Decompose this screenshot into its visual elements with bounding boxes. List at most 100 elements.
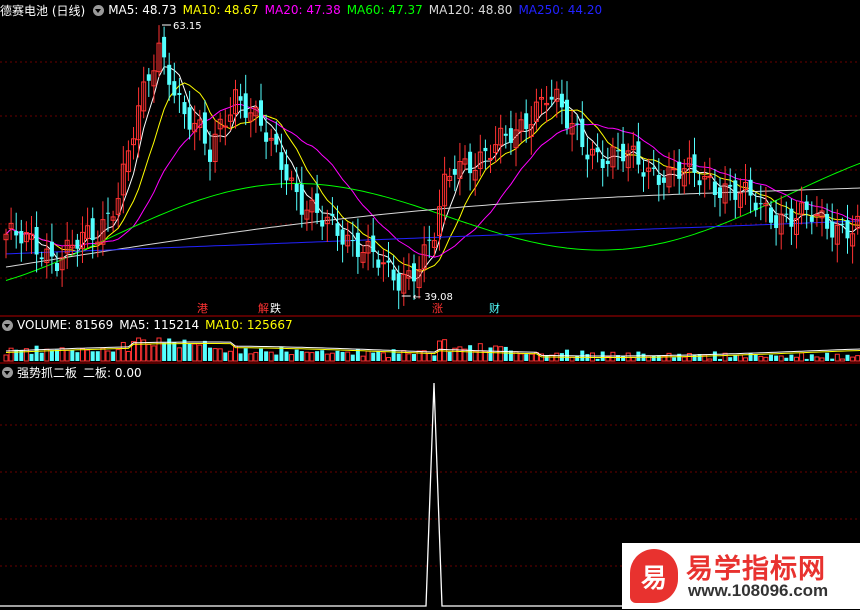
candle-body	[580, 118, 585, 148]
volume-bar	[3, 354, 9, 362]
candle-body	[575, 123, 580, 125]
volume-bar	[432, 355, 437, 361]
volume-bar	[111, 351, 116, 361]
volume-bar	[809, 354, 814, 361]
volume-bar	[799, 352, 805, 362]
candle-body	[264, 132, 269, 142]
volume-bar	[49, 350, 54, 361]
volume-bar	[794, 356, 799, 362]
candle-body	[748, 179, 753, 196]
watermark-url: www.108096.com	[688, 581, 829, 600]
candle-body	[238, 96, 243, 101]
volume-bar	[192, 343, 198, 362]
volume-bar	[692, 354, 697, 361]
volume-bar	[243, 348, 248, 361]
candle-body	[167, 64, 172, 85]
candle-body	[789, 208, 794, 227]
event-label: 港	[197, 302, 208, 315]
volume-bar	[442, 339, 448, 362]
volume-bar	[238, 353, 243, 361]
candle-body	[320, 220, 325, 227]
candle-body	[677, 161, 682, 179]
volume-bar	[284, 351, 289, 361]
candle-body	[825, 213, 830, 229]
volume-bar	[146, 343, 152, 362]
candle-body	[753, 202, 758, 211]
candle-body	[483, 147, 488, 152]
candle-body	[350, 240, 355, 242]
candle-body	[661, 177, 666, 183]
candle-body	[14, 230, 19, 236]
volume-bar	[406, 353, 412, 362]
candle-body	[600, 158, 605, 168]
volume-bar	[304, 351, 310, 362]
volume-bar	[8, 347, 14, 362]
volume-bar	[426, 352, 432, 362]
volume-bar	[447, 351, 452, 361]
candle-body	[549, 96, 554, 100]
candle-body	[636, 141, 641, 165]
volume-bar	[386, 357, 391, 362]
volume-bar	[830, 358, 835, 361]
candle-body	[177, 93, 182, 95]
volume-bar	[156, 337, 162, 362]
volume-bar	[784, 357, 789, 361]
candle-body	[222, 125, 228, 128]
volume-bar	[350, 354, 355, 361]
candle-body	[90, 218, 95, 241]
volume-bar	[380, 352, 386, 362]
volume-bar	[34, 345, 39, 361]
volume-bar	[197, 344, 203, 362]
volume-bar	[575, 355, 580, 361]
candle-body	[595, 147, 600, 153]
volume-bar	[737, 354, 743, 362]
volume-bar	[320, 350, 325, 361]
volume-bar	[208, 347, 212, 361]
candle-body	[274, 133, 279, 145]
volume-bar	[462, 348, 468, 362]
candle-body	[187, 107, 192, 130]
volume-bar	[324, 353, 330, 362]
volume-bar	[672, 357, 677, 361]
volume-bar	[115, 349, 121, 362]
volume-bar	[528, 353, 534, 362]
candle-body	[830, 221, 835, 238]
volume-bar	[621, 356, 626, 361]
volume-bar	[518, 353, 524, 362]
volume-bar	[718, 358, 722, 361]
candle-body	[774, 215, 779, 229]
volume-bar	[488, 347, 493, 361]
volume-bar	[274, 354, 279, 361]
candle-body	[488, 157, 493, 160]
volume-bar	[457, 346, 463, 362]
stock-chart[interactable]: 63.15← 39.08港解跌涨财	[0, 0, 860, 610]
candle-body	[468, 151, 473, 174]
candle-body	[503, 133, 508, 136]
event-label: 财	[489, 301, 500, 315]
volume-bar	[763, 356, 769, 362]
candle-body	[391, 269, 396, 281]
volume-bar	[595, 358, 600, 361]
volume-bar	[289, 354, 295, 362]
candle-body	[412, 263, 416, 282]
candle-body	[386, 260, 391, 263]
volume-bar	[259, 348, 263, 361]
candle-body	[697, 180, 702, 186]
candle-body	[340, 229, 345, 245]
candle-body	[707, 175, 713, 178]
candle-body	[712, 181, 717, 196]
candle-body	[733, 180, 738, 200]
volume-bar	[233, 345, 238, 362]
volume-bar	[819, 357, 825, 362]
volume-bar	[753, 354, 758, 361]
volume-bar	[75, 352, 80, 361]
volume-bar	[39, 352, 44, 361]
candle-body	[380, 262, 386, 265]
candle-body	[809, 216, 814, 222]
volume-bar	[728, 357, 733, 361]
volume-bar	[839, 358, 845, 362]
candle-body	[671, 168, 677, 171]
volume-bar	[656, 355, 661, 361]
candle-body	[299, 184, 304, 215]
candle-body	[39, 257, 44, 260]
